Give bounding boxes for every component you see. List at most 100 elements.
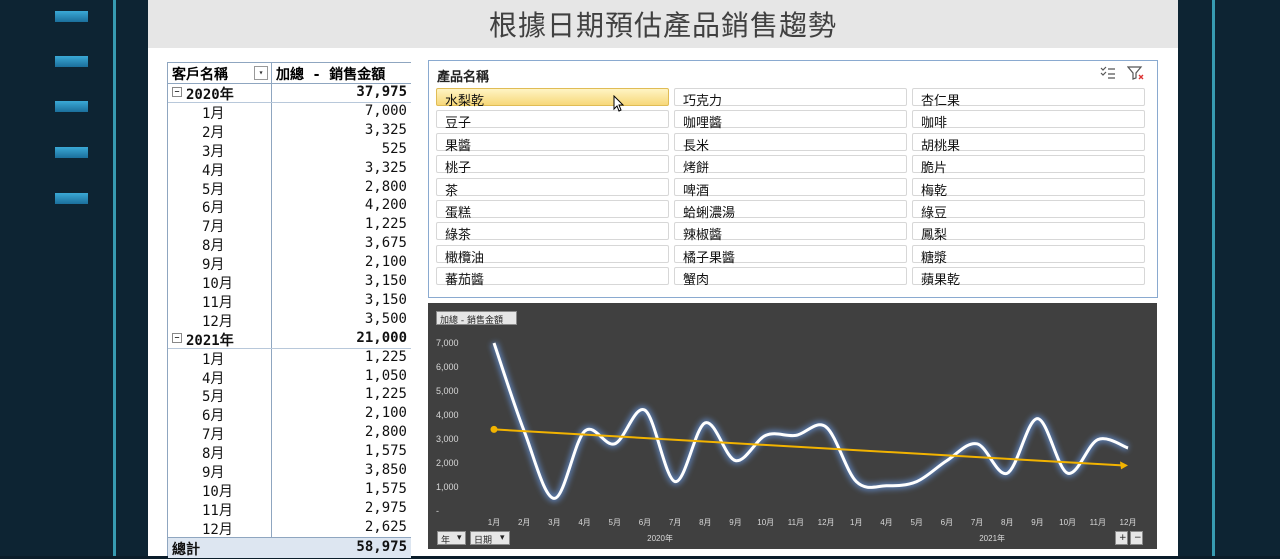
slicer-item[interactable]: 長米 xyxy=(674,133,907,151)
slicer-item[interactable]: 果醬 xyxy=(436,133,669,151)
total-value: 58,975 xyxy=(356,539,407,555)
pivot-month-row[interactable]: 10月1,575 xyxy=(168,480,411,499)
pivot-month-row[interactable]: 4月1,050 xyxy=(168,367,411,386)
x-tick-label: 10月 xyxy=(757,518,774,527)
chevron-down-icon: ▾ xyxy=(500,533,505,543)
slicer-item[interactable]: 橄欖油 xyxy=(436,245,669,263)
pivot-month-row[interactable]: 10月3,150 xyxy=(168,272,411,291)
pivot-table: 客戶名稱 ▾ 加總 - 銷售金額 −2020年37,9751月7,0002月3,… xyxy=(167,62,411,556)
filter-dropdown-icon[interactable]: ▾ xyxy=(254,66,268,80)
pivot-month-row[interactable]: 12月3,500 xyxy=(168,310,411,329)
slicer-item[interactable]: 咖啡 xyxy=(912,110,1145,128)
slicer-item-label: 咖啡 xyxy=(921,112,947,131)
sales-trend-chart: -1,0002,0003,0004,0005,0006,0007,0001月2月… xyxy=(428,303,1157,549)
nav-block-1[interactable] xyxy=(55,11,88,22)
pivot-total-row: 總計58,975 xyxy=(168,537,411,558)
slicer-item[interactable]: 糖漿 xyxy=(912,245,1145,263)
y-tick-label: 1,000 xyxy=(436,482,459,492)
clear-filter-icon[interactable] xyxy=(1127,65,1145,81)
pivot-month-row[interactable]: 5月1,225 xyxy=(168,385,411,404)
pivot-month-row[interactable]: 1月1,225 xyxy=(168,348,411,367)
slicer-item-label: 巧克力 xyxy=(683,90,722,109)
slicer-item[interactable]: 辣椒醬 xyxy=(674,222,907,240)
slicer-item[interactable]: 橘子果醬 xyxy=(674,245,907,263)
slicer-item[interactable]: 咖哩醬 xyxy=(674,110,907,128)
left-frame-line xyxy=(113,0,116,556)
pivot-month-row[interactable]: 8月1,575 xyxy=(168,442,411,461)
slicer-item[interactable]: 胡桃果 xyxy=(912,133,1145,151)
pivot-month-row[interactable]: 12月2,625 xyxy=(168,518,411,537)
slicer-item[interactable]: 梅乾 xyxy=(912,178,1145,196)
slicer-item[interactable]: 鳳梨 xyxy=(912,222,1145,240)
nav-block-5[interactable] xyxy=(55,193,88,204)
pivot-month-row[interactable]: 1月7,000 xyxy=(168,102,411,121)
mouse-cursor-icon xyxy=(613,95,625,113)
pivot-month-row[interactable]: 2月3,325 xyxy=(168,121,411,140)
slicer-item[interactable]: 蛋糕 xyxy=(436,200,669,218)
slicer-item[interactable]: 杏仁果 xyxy=(912,88,1145,106)
slicer-item[interactable]: 蟹肉 xyxy=(674,267,907,285)
date-filter-button[interactable]: 日期▾ xyxy=(470,531,510,545)
x-tick-label: 6月 xyxy=(941,518,953,527)
nav-block-4[interactable] xyxy=(55,147,88,158)
pivot-month-row[interactable]: 9月2,100 xyxy=(168,253,411,272)
value-field-button[interactable]: 加總 - 銷售金額 xyxy=(436,311,517,325)
pivot-month-row[interactable]: 6月4,200 xyxy=(168,196,411,215)
slicer-item-label: 辣椒醬 xyxy=(683,224,722,243)
chevron-down-icon: ▾ xyxy=(457,533,462,543)
x-tick-label: 1月 xyxy=(488,518,500,527)
pivot-year-row[interactable]: −2021年21,000 xyxy=(168,329,411,349)
pivot-month-row[interactable]: 8月3,675 xyxy=(168,234,411,253)
slicer-item[interactable]: 水梨乾 xyxy=(436,88,669,106)
pivot-month-row[interactable]: 9月3,850 xyxy=(168,461,411,480)
x-tick-label: 2月 xyxy=(518,518,530,527)
y-tick-label: 3,000 xyxy=(436,434,459,444)
nav-block-2[interactable] xyxy=(55,56,88,67)
pivot-month-row[interactable]: 3月525 xyxy=(168,140,411,159)
year-filter-button[interactable]: 年▾ xyxy=(437,531,466,545)
slicer-item[interactable]: 蕃茄醬 xyxy=(436,267,669,285)
slicer-item[interactable]: 巧克力 xyxy=(674,88,907,106)
right-background xyxy=(1178,0,1280,556)
expand-field-button[interactable]: + xyxy=(1115,531,1128,545)
slicer-item-label: 橄欖油 xyxy=(445,247,484,266)
y-tick-label: 6,000 xyxy=(436,362,459,372)
pivot-month-row[interactable]: 7月2,800 xyxy=(168,423,411,442)
row-value: 1,575 xyxy=(365,481,407,497)
row-value: 3,325 xyxy=(365,160,407,176)
slicer-item-label: 綠茶 xyxy=(445,224,471,243)
slicer-item[interactable]: 豆子 xyxy=(436,110,669,128)
pivot-month-row[interactable]: 11月2,975 xyxy=(168,499,411,518)
pivot-month-row[interactable]: 4月3,325 xyxy=(168,159,411,178)
nav-block-3[interactable] xyxy=(55,101,88,112)
y-tick-label: 2,000 xyxy=(436,458,459,468)
collapse-icon[interactable]: − xyxy=(172,87,182,97)
slicer-item[interactable]: 蛤蜊濃湯 xyxy=(674,200,907,218)
y-tick-label: 4,000 xyxy=(436,410,459,420)
collapse-icon[interactable]: − xyxy=(172,333,182,343)
slicer-item[interactable]: 啤酒 xyxy=(674,178,907,196)
pivot-month-row[interactable]: 11月3,150 xyxy=(168,291,411,310)
pivot-month-row[interactable]: 7月1,225 xyxy=(168,215,411,234)
pivot-header: 客戶名稱 ▾ 加總 - 銷售金額 xyxy=(168,62,411,84)
slicer-item[interactable]: 蘋果乾 xyxy=(912,267,1145,285)
slicer-item[interactable]: 脆片 xyxy=(912,155,1145,173)
pivot-month-row[interactable]: 5月2,800 xyxy=(168,178,411,197)
x-tick-label: 4月 xyxy=(578,518,590,527)
slicer-item[interactable]: 綠豆 xyxy=(912,200,1145,218)
slicer-item[interactable]: 茶 xyxy=(436,178,669,196)
slicer-item[interactable]: 桃子 xyxy=(436,155,669,173)
slicer-item[interactable]: 烤餅 xyxy=(674,155,907,173)
slicer-item-label: 果醬 xyxy=(445,135,471,154)
row-value: 2,800 xyxy=(365,424,407,440)
collapse-field-button[interactable]: − xyxy=(1130,531,1143,545)
pivot-year-row[interactable]: −2020年37,975 xyxy=(168,83,411,103)
pivot-month-row[interactable]: 6月2,100 xyxy=(168,404,411,423)
slicer-item-label: 梅乾 xyxy=(921,180,947,199)
x-tick-label: 9月 xyxy=(729,518,741,527)
row-value: 3,675 xyxy=(365,235,407,251)
x-tick-label: 11月 xyxy=(1090,518,1106,527)
slicer-item[interactable]: 綠茶 xyxy=(436,222,669,240)
slicer-item-label: 桃子 xyxy=(445,157,471,176)
multi-select-icon[interactable] xyxy=(1099,65,1117,81)
